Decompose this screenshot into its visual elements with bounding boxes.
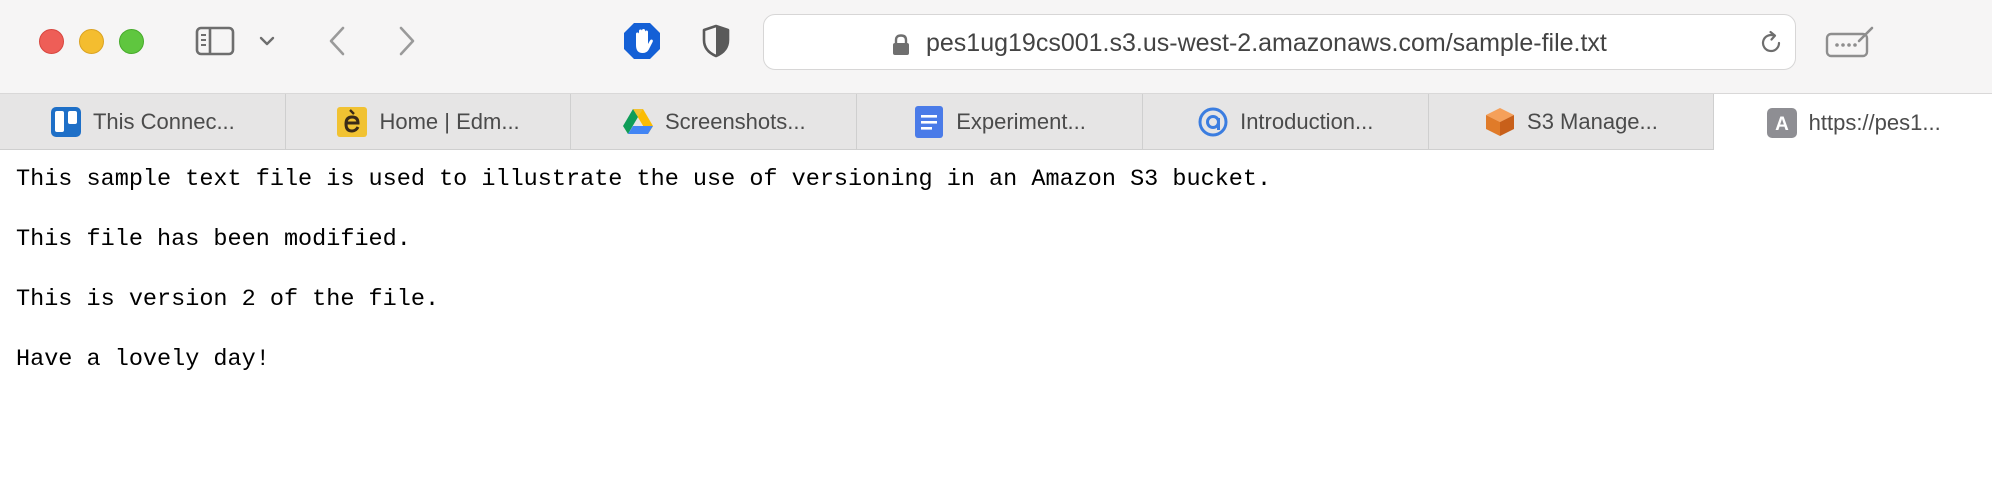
zoom-window-button[interactable] [119, 29, 144, 54]
lock-icon [893, 34, 909, 55]
tab-label: This Connec... [92, 109, 235, 134]
compose-button[interactable] [1824, 22, 1876, 62]
aws-s3-icon [1484, 106, 1516, 138]
tab-trello[interactable]: This Connec... [0, 94, 286, 150]
compose-icon [1825, 26, 1874, 58]
tab-introduction[interactable]: Introduction... [1143, 94, 1429, 150]
at-sign-icon [1197, 106, 1229, 138]
tab-label: Screenshots... [664, 109, 806, 134]
tab-label: S3 Manage... [1527, 109, 1658, 134]
chevron-left-icon [329, 26, 345, 56]
close-window-button[interactable] [39, 29, 64, 54]
forward-button[interactable] [390, 24, 424, 58]
text-line: Have a lovely day! [16, 346, 270, 373]
tab-s3-management[interactable]: S3 Manage... [1429, 94, 1715, 150]
shield-icon [702, 24, 730, 58]
edmodo-icon [336, 106, 368, 138]
adblock-extension-button[interactable] [622, 21, 662, 61]
tab-label: Experiment... [956, 109, 1086, 134]
tab-current-file[interactable]: A https://pes1... [1714, 94, 1992, 151]
tab-label: https://pes1... [1808, 109, 1941, 135]
sidebar-icon [195, 26, 235, 56]
minimize-window-button[interactable] [79, 29, 104, 54]
reload-icon[interactable] [1757, 29, 1785, 57]
tab-label: Home | Edm... [379, 109, 520, 134]
privacy-extension-button[interactable] [698, 22, 734, 60]
text-line: This file has been modified. [16, 226, 411, 253]
chevron-down-icon [259, 36, 275, 46]
tab-edmodo[interactable]: Home | Edm... [286, 94, 572, 150]
sidebar-toggle-button[interactable] [194, 24, 236, 58]
text-document: This sample text file is used to illustr… [16, 165, 1271, 405]
browser-toolbar: pes1ug19cs001.s3.us-west-2.amazonaws.com… [0, 0, 1992, 94]
hand-stop-icon [624, 23, 660, 59]
trello-icon [50, 106, 82, 138]
google-drive-icon [622, 106, 654, 138]
text-line: This sample text file is used to illustr… [16, 166, 1272, 193]
tab-bar: This Connec... Home | Edm... Screenshots… [0, 94, 1992, 151]
back-button[interactable] [320, 24, 354, 58]
chevron-right-icon [399, 26, 415, 56]
google-docs-icon [913, 106, 945, 138]
svg-text:A: A [1775, 114, 1789, 135]
letter-a-icon: A [1766, 107, 1798, 139]
text-line: This is version 2 of the file. [16, 286, 440, 313]
tab-google-drive[interactable]: Screenshots... [571, 94, 858, 150]
sidebar-menu-button[interactable] [256, 30, 278, 52]
tab-label: Introduction... [1240, 109, 1374, 134]
address-bar[interactable]: pes1ug19cs001.s3.us-west-2.amazonaws.com… [763, 14, 1796, 70]
url-text[interactable]: pes1ug19cs001.s3.us-west-2.amazonaws.com… [926, 29, 1607, 58]
tab-google-docs[interactable]: Experiment... [857, 94, 1143, 150]
